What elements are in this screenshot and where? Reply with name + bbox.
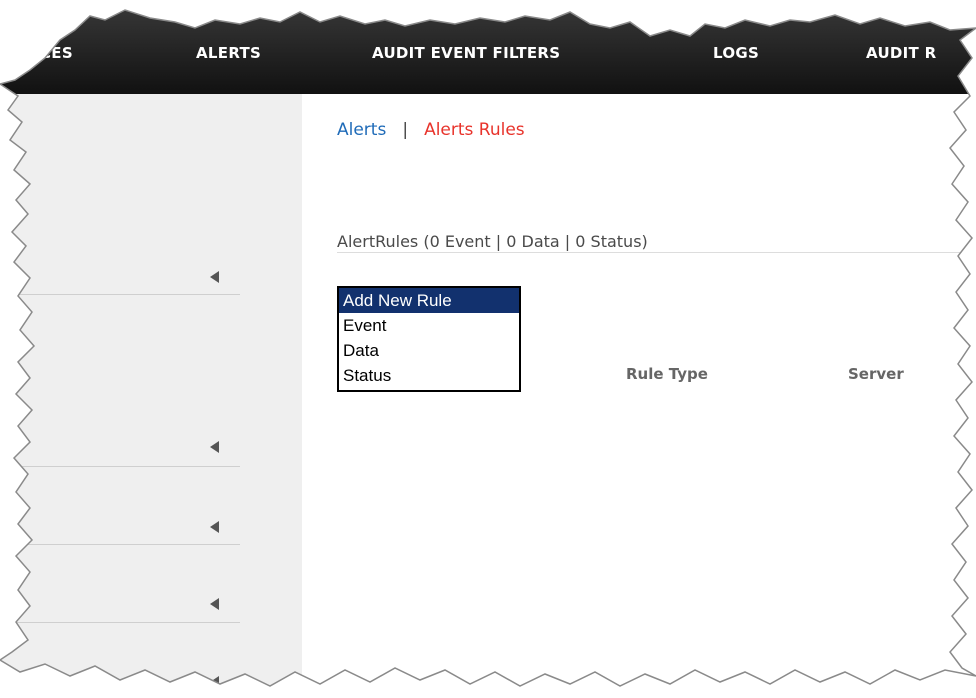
collapse-arrow-icon[interactable] <box>210 271 219 283</box>
nav-item-audit-event-filters[interactable]: AUDIT EVENT FILTERS <box>372 44 560 62</box>
nav-item-audit-reports[interactable]: AUDIT R <box>866 44 936 62</box>
collapse-arrow-icon[interactable] <box>210 676 219 688</box>
sidebar-item[interactable] <box>0 676 240 689</box>
sidebar-divider <box>0 294 240 295</box>
column-header-rule-type[interactable]: Rule Type <box>626 365 708 383</box>
nav-item-devices[interactable]: CES <box>40 44 73 62</box>
nav-item-alerts[interactable]: ALERTS <box>196 44 261 62</box>
alerts-subnav: Alerts | Alerts Rules <box>337 120 525 140</box>
add-new-rule-select[interactable]: Add New Rule Event Data Status <box>337 286 521 392</box>
collapse-arrow-icon[interactable] <box>210 521 219 533</box>
alert-rules-summary: AlertRules (0 Event | 0 Data | 0 Status) <box>337 232 648 251</box>
sidebar-item[interactable] <box>0 271 240 295</box>
section-divider <box>337 252 976 253</box>
top-navigation: CES ALERTS AUDIT EVENT FILTERS LOGS AUDI… <box>0 0 976 94</box>
collapse-arrow-icon[interactable] <box>210 441 219 453</box>
sidebar <box>0 94 302 698</box>
option-status[interactable]: Status <box>339 363 519 388</box>
option-add-new-rule[interactable]: Add New Rule <box>339 288 519 313</box>
sidebar-divider <box>0 466 240 467</box>
sidebar-item[interactable] <box>0 441 240 467</box>
alerts-rules-link[interactable]: Alerts Rules <box>424 120 525 140</box>
sidebar-item[interactable] <box>0 521 240 545</box>
sidebar-divider <box>0 544 240 545</box>
option-event[interactable]: Event <box>339 313 519 338</box>
collapse-arrow-icon[interactable] <box>210 598 219 610</box>
sidebar-divider <box>0 622 240 623</box>
option-data[interactable]: Data <box>339 338 519 363</box>
sidebar-item[interactable] <box>0 598 240 623</box>
nav-item-logs[interactable]: LOGS <box>713 44 759 62</box>
alerts-link[interactable]: Alerts <box>337 120 386 140</box>
column-header-server[interactable]: Server <box>848 365 904 383</box>
screenshot-frame: CES ALERTS AUDIT EVENT FILTERS LOGS AUDI… <box>0 0 976 698</box>
main-content: Alerts | Alerts Rules AlertRules (0 Event … <box>302 94 976 698</box>
link-separator: | <box>402 120 409 140</box>
